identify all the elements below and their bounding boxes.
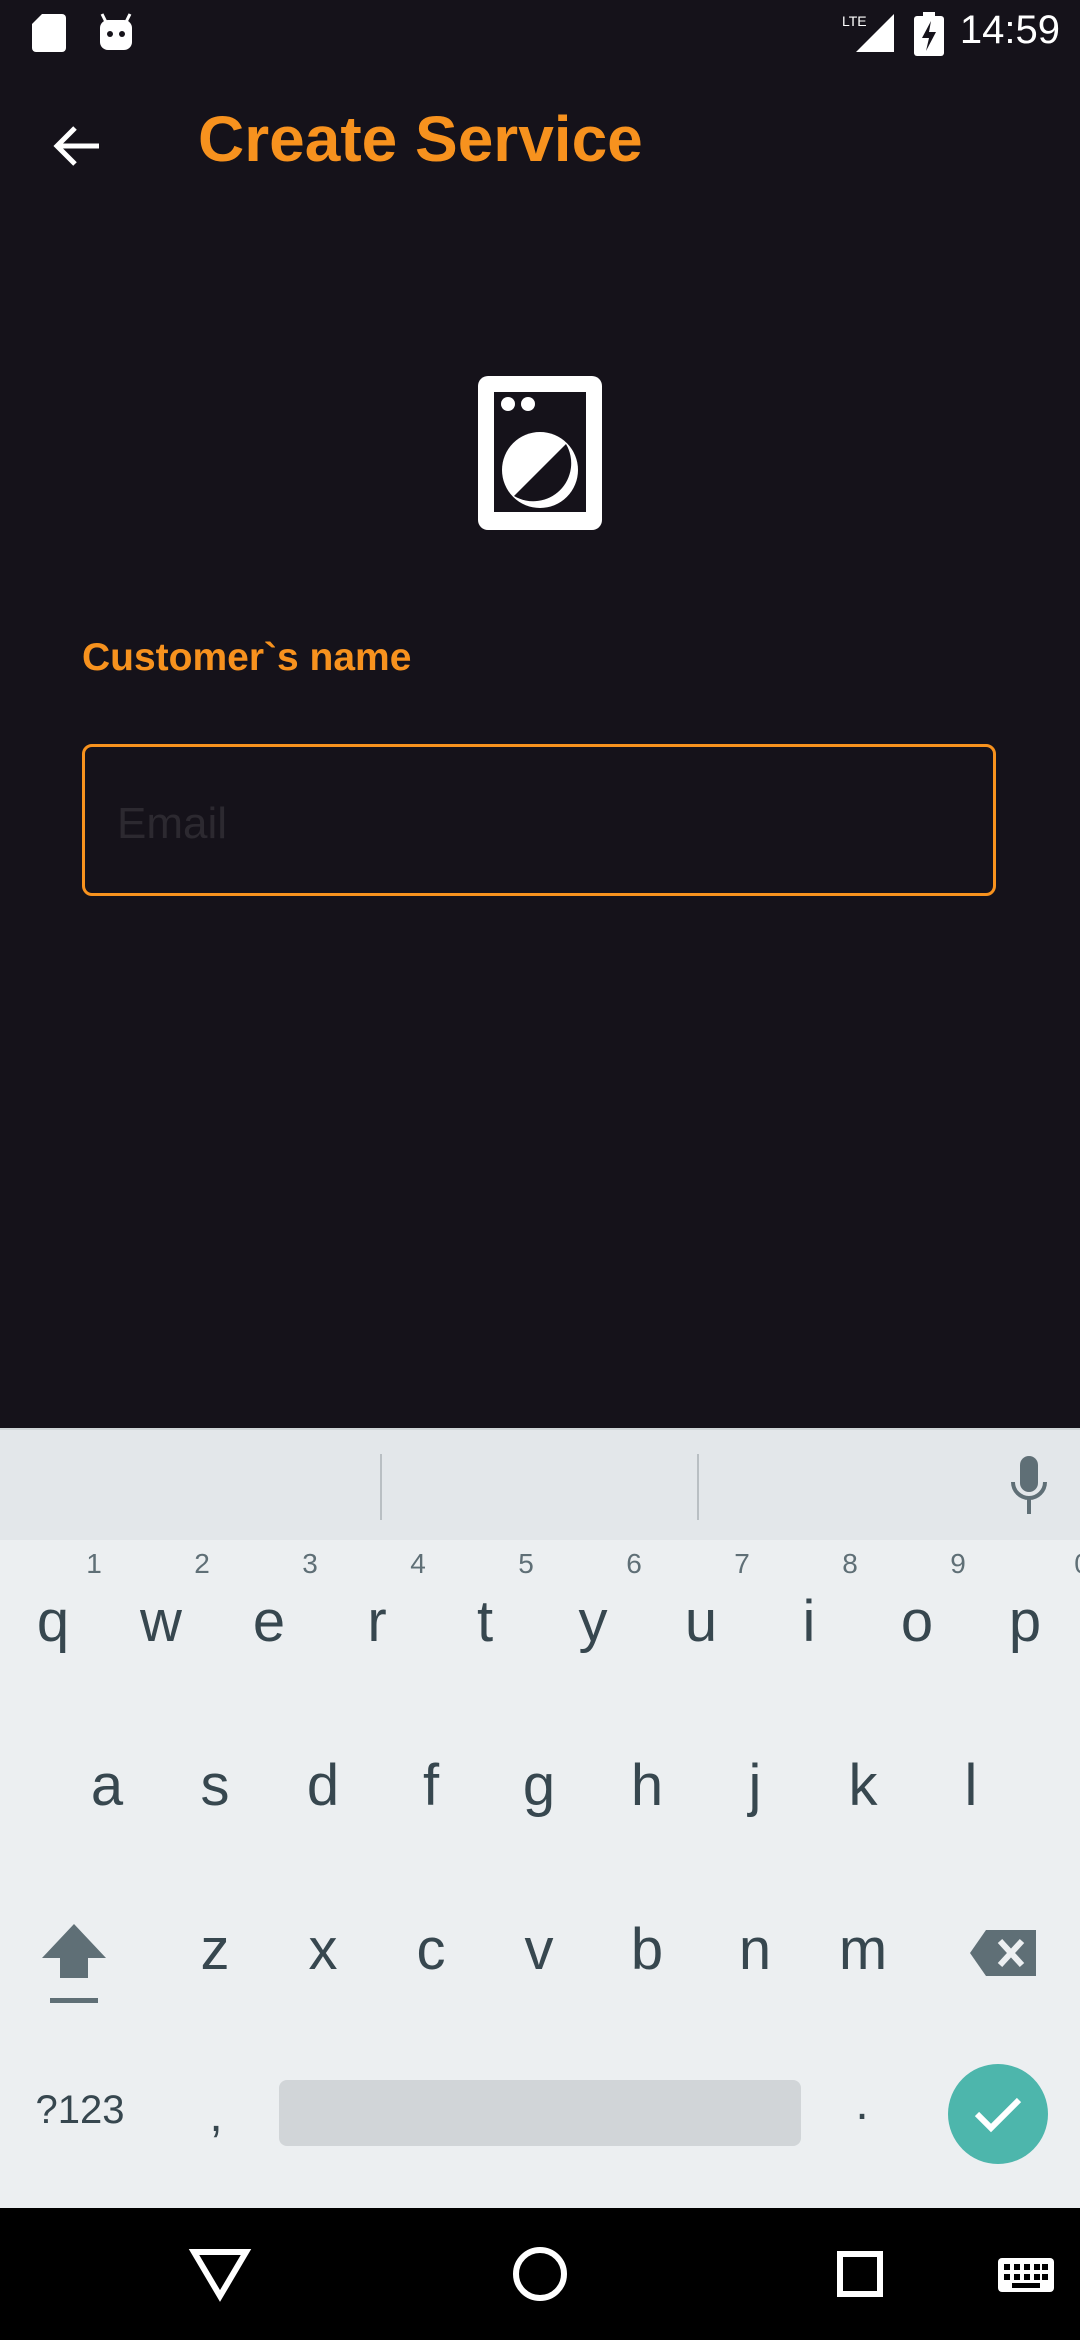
key-u[interactable]: u7	[651, 1548, 751, 1655]
washing-machine-icon	[478, 376, 602, 530]
key-o[interactable]: o9	[867, 1548, 967, 1655]
key-p[interactable]: p0	[975, 1548, 1080, 1655]
key-w[interactable]: w2	[111, 1548, 211, 1655]
key-d[interactable]: d	[273, 1752, 373, 1819]
key-hint: 0	[1067, 1548, 1080, 1580]
page-title: Create Service	[198, 103, 643, 175]
keyboard-switch-icon[interactable]	[984, 2232, 1068, 2316]
customer-name-field[interactable]	[82, 744, 996, 896]
check-icon	[974, 2097, 1022, 2133]
key-hint: 4	[410, 1548, 426, 1579]
sd-card-icon	[32, 14, 66, 52]
suggestion-divider	[380, 1454, 382, 1520]
suggestion-divider	[697, 1454, 699, 1520]
key-n[interactable]: n	[705, 1916, 805, 1983]
key-g[interactable]: g	[489, 1752, 589, 1819]
key-b[interactable]: b	[597, 1916, 697, 1983]
key-j[interactable]: j	[705, 1752, 805, 1819]
key-h[interactable]: h	[597, 1752, 697, 1819]
key-r[interactable]: r4	[327, 1548, 427, 1655]
nav-recents-icon[interactable]	[818, 2232, 902, 2316]
key-a[interactable]: a	[57, 1752, 157, 1819]
nav-back-icon[interactable]	[178, 2232, 262, 2316]
symbols-key[interactable]: ?123	[20, 2088, 140, 2133]
app-bar: Create Service	[0, 66, 1080, 216]
back-button[interactable]	[36, 106, 116, 186]
key-y[interactable]: y6	[543, 1548, 643, 1655]
key-f[interactable]: f	[381, 1752, 481, 1819]
key-hint: 9	[950, 1548, 966, 1579]
space-bar[interactable]	[279, 2080, 801, 2146]
status-time: 14:59	[959, 8, 1060, 52]
lte-signal-icon: LTE	[842, 13, 894, 52]
key-hint: 8	[842, 1548, 858, 1579]
shift-icon[interactable]	[38, 1922, 110, 2008]
suggestion-strip	[0, 1428, 1080, 1540]
nav-home-icon[interactable]	[498, 2232, 582, 2316]
key-c[interactable]: c	[381, 1916, 481, 1983]
svg-text:LTE: LTE	[842, 13, 867, 29]
key-i[interactable]: i8	[759, 1548, 859, 1655]
key-q[interactable]: q1	[3, 1548, 103, 1655]
period-key[interactable]: .	[842, 2076, 882, 2131]
key-s[interactable]: s	[165, 1752, 265, 1819]
microphone-icon[interactable]	[998, 1454, 1060, 1520]
customer-name-input[interactable]	[115, 783, 959, 865]
android-icon	[100, 13, 132, 50]
key-hint: 5	[518, 1548, 534, 1579]
key-m[interactable]: m	[813, 1916, 913, 1983]
key-hint: 2	[194, 1548, 210, 1579]
nav-bar	[0, 2208, 1080, 2340]
customer-name-label: Customer`s name	[82, 636, 412, 679]
enter-button[interactable]	[948, 2064, 1048, 2164]
soft-keyboard: q1 w2 e3 r4 t5 y6 u7 i8 o9 p0 a s d f g …	[0, 1428, 1080, 2208]
key-x[interactable]: x	[273, 1916, 373, 1983]
key-hint: 6	[626, 1548, 642, 1579]
key-k[interactable]: k	[813, 1752, 913, 1819]
battery-charging-icon	[914, 12, 944, 56]
key-v[interactable]: v	[489, 1916, 589, 1983]
key-z[interactable]: z	[165, 1916, 265, 1983]
arrow-back-icon	[53, 126, 99, 166]
key-e[interactable]: e3	[219, 1548, 319, 1655]
key-l[interactable]: l	[921, 1752, 1021, 1819]
status-bar: LTE 14:59	[0, 0, 1080, 66]
backspace-icon[interactable]	[968, 1928, 1040, 1978]
key-hint: 7	[734, 1548, 750, 1579]
key-t[interactable]: t5	[435, 1548, 535, 1655]
key-hint: 1	[86, 1548, 102, 1579]
comma-key[interactable]: ,	[196, 2088, 236, 2143]
key-hint: 3	[302, 1548, 318, 1579]
